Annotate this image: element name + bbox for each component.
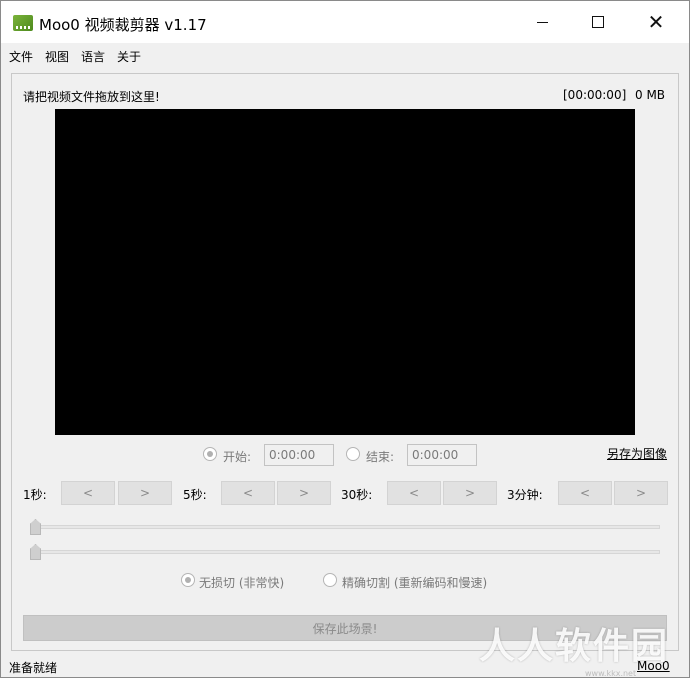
time-readout: [00:00:00] <box>563 88 627 102</box>
step-5s-back-button[interactable]: < <box>221 481 275 505</box>
menu-about[interactable]: 关于 <box>117 48 141 65</box>
step-5s-forward-button[interactable]: > <box>277 481 331 505</box>
maximize-button[interactable] <box>575 1 621 43</box>
step-label-5s: 5秒: <box>183 488 207 502</box>
step-3min-forward-button[interactable]: > <box>614 481 668 505</box>
drop-hint: 请把视频文件拖放到这里! <box>23 90 160 104</box>
step-30s-back-button[interactable]: < <box>387 481 441 505</box>
close-button[interactable]: ✕ <box>633 1 679 43</box>
title-bar[interactable]: Moo0 视频裁剪器 v1.17 ✕ <box>1 1 689 43</box>
save-image-link[interactable]: 另存为图像 <box>607 445 667 462</box>
start-label: 开始: <box>223 450 252 464</box>
start-time-field[interactable]: 0:00:00 <box>264 444 334 466</box>
step-1s-back-button[interactable]: < <box>61 481 115 505</box>
end-time-field[interactable]: 0:00:00 <box>407 444 477 466</box>
minimize-icon <box>536 21 548 23</box>
step-3min-back-button[interactable]: < <box>558 481 612 505</box>
step-1s-forward-button[interactable]: > <box>118 481 172 505</box>
precise-cut-label: 精确切割 (重新编码和慢速) <box>342 576 488 590</box>
watermark-text: 人人软件园 <box>479 626 670 667</box>
app-window: Moo0 视频裁剪器 v1.17 ✕ 文件 视图 语言 关于 请把视频文件拖放到… <box>0 0 690 678</box>
maximize-icon <box>592 16 604 28</box>
watermark-url: www.kkx.net <box>585 669 637 678</box>
step-label-30s: 30秒: <box>341 488 373 502</box>
close-icon: ✕ <box>647 10 665 34</box>
step-30s-forward-button[interactable]: > <box>443 481 497 505</box>
menu-language[interactable]: 语言 <box>81 48 105 65</box>
lossless-cut-label: 无损切 (非常快) <box>199 576 285 590</box>
window-title: Moo0 视频裁剪器 v1.17 <box>39 16 207 34</box>
size-readout: 0 MB <box>635 88 666 102</box>
precise-cut-radio[interactable] <box>323 573 337 587</box>
status-text: 准备就绪 <box>9 661 58 675</box>
menu-bar: 文件 视图 语言 关于 <box>1 43 689 69</box>
start-radio[interactable] <box>203 447 217 461</box>
lossless-cut-radio[interactable] <box>181 573 195 587</box>
menu-view[interactable]: 视图 <box>45 48 69 65</box>
end-radio[interactable] <box>346 447 360 461</box>
step-label-1s: 1秒: <box>23 488 47 502</box>
app-logo-icon <box>13 15 33 31</box>
start-slider-track[interactable] <box>35 525 660 529</box>
minimize-button[interactable] <box>519 1 565 43</box>
step-label-3min: 3分钟: <box>507 488 543 502</box>
end-slider-track[interactable] <box>35 550 660 554</box>
menu-file[interactable]: 文件 <box>9 48 33 65</box>
end-label: 结束: <box>366 450 395 464</box>
video-preview[interactable] <box>55 109 635 435</box>
